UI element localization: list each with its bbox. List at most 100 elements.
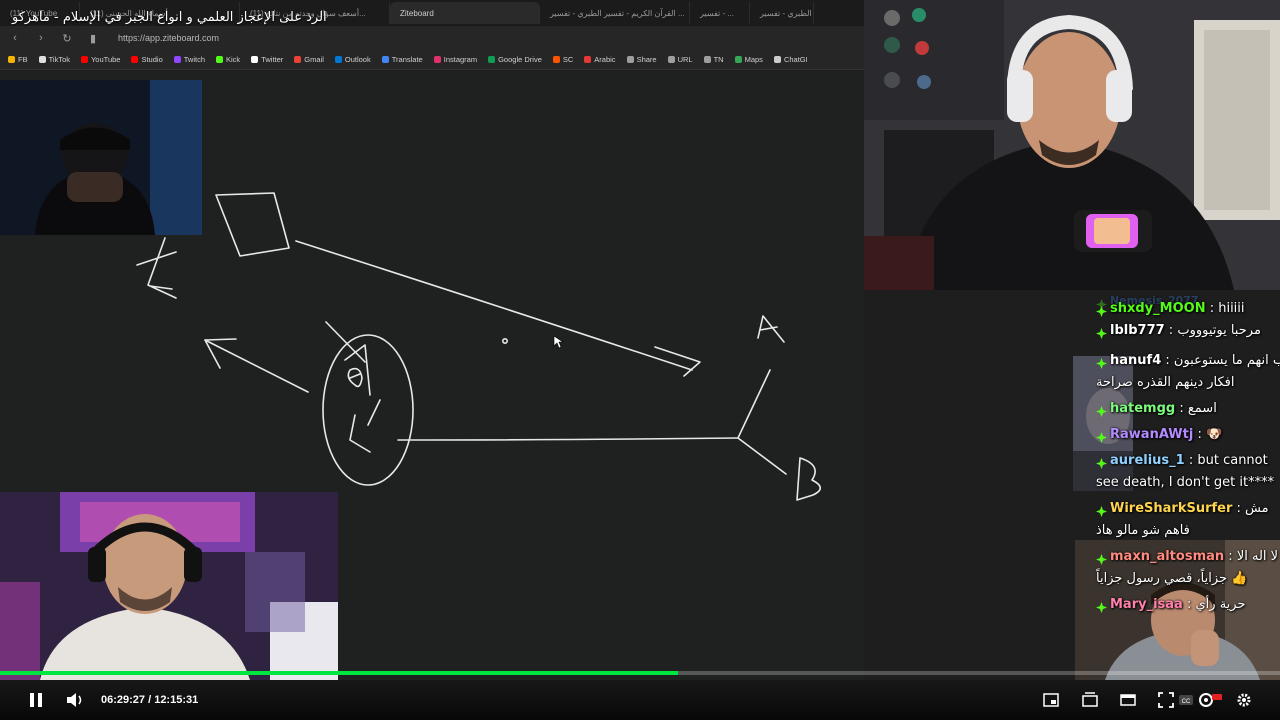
bookmark-instagram[interactable]: Instagram bbox=[433, 55, 477, 64]
seek-bar[interactable] bbox=[0, 671, 1280, 675]
forward-icon[interactable]: › bbox=[34, 32, 48, 44]
chat-badge-icon bbox=[1096, 599, 1107, 613]
bookmark-fb[interactable]: FB bbox=[8, 55, 28, 64]
bookmark-label: Gmail bbox=[304, 55, 324, 64]
bookmark-youtube[interactable]: YouTube bbox=[80, 55, 121, 64]
bookmark-favicon-icon bbox=[488, 56, 496, 63]
chat-text: فاهم شو مالو هاذ bbox=[1096, 523, 1190, 538]
chat-text: : مرحبا يوتيوووب bbox=[1164, 323, 1261, 338]
bookmark-url[interactable]: URL bbox=[667, 55, 693, 64]
bookmark-favicon-icon bbox=[584, 56, 592, 63]
bookmark-favicon-icon bbox=[8, 56, 15, 63]
bookmark-label: FB bbox=[18, 55, 28, 64]
bookmark-label: YouTube bbox=[90, 55, 121, 64]
chat-username[interactable]: lblb777 bbox=[1110, 323, 1165, 338]
browser-tab-active[interactable]: Ziteboard bbox=[390, 2, 540, 24]
bookmark-favicon-icon bbox=[38, 56, 46, 63]
bookmark-favicon-icon bbox=[131, 56, 139, 63]
bookmark-favicon-icon bbox=[173, 56, 181, 63]
chat-badge-icon bbox=[1096, 325, 1107, 339]
theater-icon[interactable] bbox=[1082, 692, 1098, 712]
window-icon[interactable] bbox=[1120, 692, 1136, 712]
bookmark-kick[interactable]: Kick bbox=[216, 55, 240, 64]
bookmark-label: Twitch bbox=[183, 55, 206, 64]
chat-username[interactable]: shxdy_MOON bbox=[1110, 301, 1206, 316]
browser-tab[interactable]: القرآن الكريم - تفسير الطبري - تفسير ... bbox=[540, 2, 690, 24]
pause-icon[interactable] bbox=[28, 692, 44, 712]
chat-badge-icon bbox=[1096, 303, 1107, 317]
bookmark-icon[interactable]: ▮ bbox=[86, 32, 100, 45]
bookmark-label: SC bbox=[562, 55, 574, 64]
chat-text: : حرية رأي bbox=[1182, 597, 1246, 612]
url-field[interactable]: https://app.ziteboard.com bbox=[118, 33, 219, 43]
bookmark-studio[interactable]: Studio bbox=[131, 55, 163, 64]
bookmark-favicon-icon bbox=[251, 56, 259, 63]
bookmark-share[interactable]: Share bbox=[626, 55, 657, 64]
bookmark-translate[interactable]: Translate bbox=[381, 55, 423, 64]
bookmark-gmail[interactable]: Gmail bbox=[294, 55, 324, 64]
volume-icon[interactable] bbox=[66, 692, 84, 712]
chat-message: maxn_altosman : لا اله الا bbox=[1096, 546, 1280, 568]
cursor-dot bbox=[501, 337, 508, 344]
miniplayer-icon[interactable] bbox=[1043, 692, 1059, 712]
chat-message: جزاياً، قصي رسول جزاياً 👍 bbox=[1096, 568, 1280, 590]
browser-tab[interactable]: الطبري - تفسير ... bbox=[750, 2, 814, 24]
bookmark-maps[interactable]: Maps bbox=[734, 55, 763, 64]
bookmark-favicon-icon bbox=[552, 56, 560, 63]
drawn-oval bbox=[322, 334, 414, 486]
chat-message: WireSharkSurfer : مش bbox=[1096, 498, 1280, 520]
bookmark-arabic[interactable]: Arabic bbox=[584, 55, 616, 64]
chat-message: lblb777 : مرحبا يوتيوووب bbox=[1096, 320, 1280, 342]
fullscreen-icon[interactable] bbox=[1158, 692, 1174, 712]
bookmark-tiktok[interactable]: TikTok bbox=[38, 55, 70, 64]
drawn-scribble bbox=[136, 237, 177, 299]
chat-username[interactable]: aurelius_1 bbox=[1110, 453, 1185, 468]
bookmark-chatgi[interactable]: ChatGI bbox=[773, 55, 808, 64]
bookmark-google-drive[interactable]: Google Drive bbox=[488, 55, 542, 64]
drawn-branch bbox=[737, 369, 787, 475]
bookmark-label: Twitter bbox=[261, 55, 284, 64]
bookmarks-bar: FB TikTok YouTube Studio Twitch Kick Twitter Gm… bbox=[0, 50, 864, 70]
mouse-cursor-icon bbox=[553, 335, 564, 349]
bookmark-favicon-icon bbox=[734, 56, 742, 63]
bookmark-outlook[interactable]: Outlook bbox=[334, 55, 371, 64]
reload-icon[interactable]: ↻ bbox=[60, 32, 74, 45]
bookmark-favicon-icon bbox=[381, 56, 389, 63]
chat-username[interactable]: maxn_altosman bbox=[1110, 549, 1224, 564]
bookmark-favicon-icon bbox=[703, 56, 711, 63]
browser-tab[interactable]: تفسير - ... bbox=[690, 2, 750, 24]
chat-username[interactable]: RawanAWtj bbox=[1110, 427, 1193, 442]
bookmark-label: Google Drive bbox=[498, 55, 542, 64]
bookmark-tn[interactable]: TN bbox=[703, 55, 724, 64]
chat-message: hatemgg : اسمع bbox=[1096, 398, 1280, 420]
browser-urlbar: ‹ › ↻ ▮ https://app.ziteboard.com bbox=[0, 26, 864, 50]
video-title: الرد على الإعجاز العلمي و انواع الجبر في… bbox=[12, 10, 327, 25]
chat-badge-icon bbox=[1096, 403, 1107, 417]
bookmark-label: TikTok bbox=[48, 55, 70, 64]
chat-username[interactable]: Mary_isaa bbox=[1110, 597, 1183, 612]
gear-icon[interactable] bbox=[1236, 692, 1252, 712]
chat-text: : 🐶 bbox=[1193, 427, 1223, 442]
captions-icon[interactable]: CC bbox=[1178, 692, 1194, 712]
chat-overlay: Nemesis_2077 shxdy_MOON : hiiiii lblb777 :… bbox=[1096, 290, 1280, 620]
bookmark-twitter[interactable]: Twitter bbox=[251, 55, 283, 64]
bookmark-label: URL bbox=[677, 55, 693, 64]
chat-username[interactable]: hatemgg bbox=[1110, 401, 1175, 416]
bookmark-label: Maps bbox=[744, 55, 763, 64]
chat-text: : لا اله الا bbox=[1224, 549, 1279, 564]
bookmark-favicon-icon bbox=[667, 56, 675, 63]
bookmark-favicon-icon bbox=[773, 56, 781, 63]
drawn-arrowhead-right bbox=[654, 346, 701, 377]
bookmark-sc[interactable]: SC bbox=[552, 55, 574, 64]
streamer-with-headphones bbox=[864, 0, 1280, 290]
chat-badge-icon bbox=[1096, 551, 1107, 565]
hd-settings-icon[interactable] bbox=[1198, 692, 1222, 712]
chat-text: : but cannot bbox=[1184, 453, 1268, 468]
chat-username[interactable]: WireSharkSurfer bbox=[1110, 501, 1232, 516]
chat-username[interactable]: hanuf4 bbox=[1110, 353, 1161, 368]
drawn-letter-b bbox=[796, 457, 822, 501]
bookmark-twitch[interactable]: Twitch bbox=[173, 55, 206, 64]
bookmark-label: Studio bbox=[141, 55, 163, 64]
back-icon[interactable]: ‹ bbox=[8, 32, 22, 44]
bookmark-favicon-icon bbox=[626, 56, 634, 63]
